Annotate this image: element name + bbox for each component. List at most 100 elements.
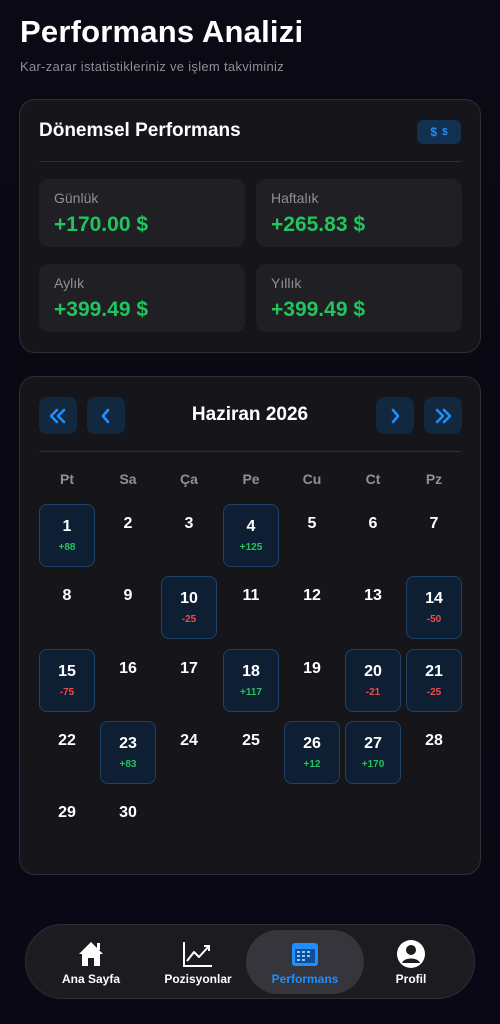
nav-home-label: Ana Sayfa [61, 972, 121, 986]
stat-yearly: Yıllık +399.49 $ [256, 264, 462, 332]
calendar-day-number: 3 [184, 515, 194, 532]
calendar-day-pnl: +83 [119, 759, 137, 770]
next-year-button[interactable] [424, 397, 462, 434]
calendar-day[interactable]: 13 [345, 576, 401, 639]
calendar-day[interactable]: 7 [406, 504, 462, 567]
weekday-label: Ct [365, 471, 381, 487]
calendar-day-number: 7 [429, 515, 439, 532]
calendar-day-number: 10 [180, 590, 198, 607]
stat-weekly: Haftalık +265.83 $ [256, 179, 462, 247]
calendar-day-number: 30 [119, 804, 137, 821]
periodic-performance-title: Dönemsel Performans [39, 120, 241, 141]
calendar-day-pnl: -75 [59, 687, 75, 698]
calendar-day[interactable]: 26 +12 [284, 721, 340, 784]
calendar-day[interactable]: 17 [161, 649, 217, 712]
calendar-day[interactable]: 24 [161, 721, 217, 784]
nav-performance[interactable]: Performans [246, 930, 364, 994]
calendar-day[interactable]: 12 [284, 576, 340, 639]
chart-icon [183, 942, 212, 967]
nav-home[interactable]: Ana Sayfa [32, 930, 150, 994]
calendar-day[interactable]: 21 -25 [406, 649, 462, 712]
calendar-day[interactable]: 9 [100, 576, 156, 639]
calendar-day[interactable]: 14 -50 [406, 576, 462, 639]
calendar-day[interactable]: 15 -75 [39, 649, 95, 712]
divider [39, 451, 461, 452]
calendar-day-number: 28 [425, 732, 443, 749]
performance-screen: Performans Analizi Kar-zarar istatistikl… [0, 0, 500, 1024]
calendar-day[interactable]: 27 +170 [345, 721, 401, 784]
calendar-day[interactable]: 22 [39, 721, 95, 784]
calendar-day-pnl: +12 [303, 759, 321, 770]
currency-toggle[interactable]: $ $ [417, 120, 461, 144]
calendar-day-number: 20 [364, 663, 382, 680]
calendar-day[interactable]: 29 [39, 793, 95, 856]
calendar-day[interactable]: 10 -25 [161, 576, 217, 639]
calendar-day[interactable]: 16 [100, 649, 156, 712]
calendar-day[interactable]: 23 +83 [100, 721, 156, 784]
calendar-day[interactable]: 20 -21 [345, 649, 401, 712]
calendar-day-number: 2 [123, 515, 133, 532]
trade-calendar-card: Haziran 2026 Pt Sa Ça Pe Cu Ct Pz 1 +88 2 3… [19, 376, 481, 875]
calendar-icon [292, 943, 318, 966]
calendar-day-pnl: -21 [365, 687, 381, 698]
calendar-day[interactable]: 6 [345, 504, 401, 567]
calendar-day-pnl: +117 [240, 687, 262, 698]
calendar-day-number: 19 [303, 660, 321, 677]
calendar-day[interactable]: 8 [39, 576, 95, 639]
dollar-icon: $ [442, 126, 448, 138]
calendar-day-number: 25 [242, 732, 260, 749]
calendar-day[interactable]: 30 [100, 793, 156, 856]
calendar-day-pnl: -25 [181, 614, 197, 625]
calendar-day-pnl: +125 [239, 542, 263, 553]
calendar-day[interactable]: 4 +125 [223, 504, 279, 567]
stat-daily: Günlük +170.00 $ [39, 179, 245, 247]
calendar-day-number: 27 [364, 735, 382, 752]
stat-label: Yıllık [271, 275, 302, 291]
calendar-day[interactable]: 1 +88 [39, 504, 95, 567]
calendar-day-pnl: -25 [426, 687, 442, 698]
calendar-day-number: 5 [307, 515, 317, 532]
calendar-day[interactable]: 25 [223, 721, 279, 784]
calendar-day[interactable]: 5 [284, 504, 340, 567]
calendar-day-number: 21 [425, 663, 443, 680]
calendar-day[interactable]: 18 +117 [223, 649, 279, 712]
divider [39, 161, 461, 162]
nav-profile[interactable]: Profil [352, 930, 470, 994]
weekday-label: Ça [180, 471, 198, 487]
calendar-day-number: 11 [242, 587, 260, 604]
stat-label: Günlük [54, 190, 99, 206]
stat-value: +265.83 $ [271, 213, 366, 236]
chevron-right-icon [391, 408, 400, 423]
calendar-day-number: 1 [62, 518, 72, 535]
calendar-day-number: 16 [119, 660, 137, 677]
calendar-day-number: 8 [62, 587, 72, 604]
calendar-day-number: 6 [368, 515, 378, 532]
calendar-day-number: 9 [123, 587, 133, 604]
calendar-day[interactable]: 28 [406, 721, 462, 784]
calendar-day-pnl: -50 [426, 614, 442, 625]
calendar-day[interactable]: 2 [100, 504, 156, 567]
calendar-day-number: 22 [58, 732, 76, 749]
nav-profile-label: Profil [395, 972, 427, 986]
dollar-icon: $ [430, 125, 438, 139]
stat-label: Aylık [54, 275, 85, 291]
next-month-button[interactable] [376, 397, 414, 434]
calendar-day[interactable]: 19 [284, 649, 340, 712]
weekday-label: Pe [242, 471, 260, 487]
calendar-day-number: 26 [303, 735, 321, 752]
calendar-day-number: 12 [303, 587, 321, 604]
calendar-day-pnl: +170 [361, 759, 385, 770]
calendar-day[interactable]: 11 [223, 576, 279, 639]
stat-value: +399.49 $ [271, 298, 366, 321]
stat-value: +170.00 $ [54, 213, 149, 236]
calendar-day[interactable]: 3 [161, 504, 217, 567]
calendar-day-number: 29 [58, 804, 76, 821]
calendar-day-number: 15 [58, 663, 76, 680]
calendar-day-number: 14 [425, 590, 443, 607]
page-subtitle: Kar-zarar istatistikleriniz ve işlem tak… [20, 59, 285, 74]
stat-monthly: Aylık +399.49 $ [39, 264, 245, 332]
calendar-day-number: 23 [119, 735, 137, 752]
calendar-day-number: 24 [180, 732, 198, 749]
nav-positions[interactable]: Pozisyonlar [139, 930, 257, 994]
double-chevron-right-icon [435, 408, 452, 423]
